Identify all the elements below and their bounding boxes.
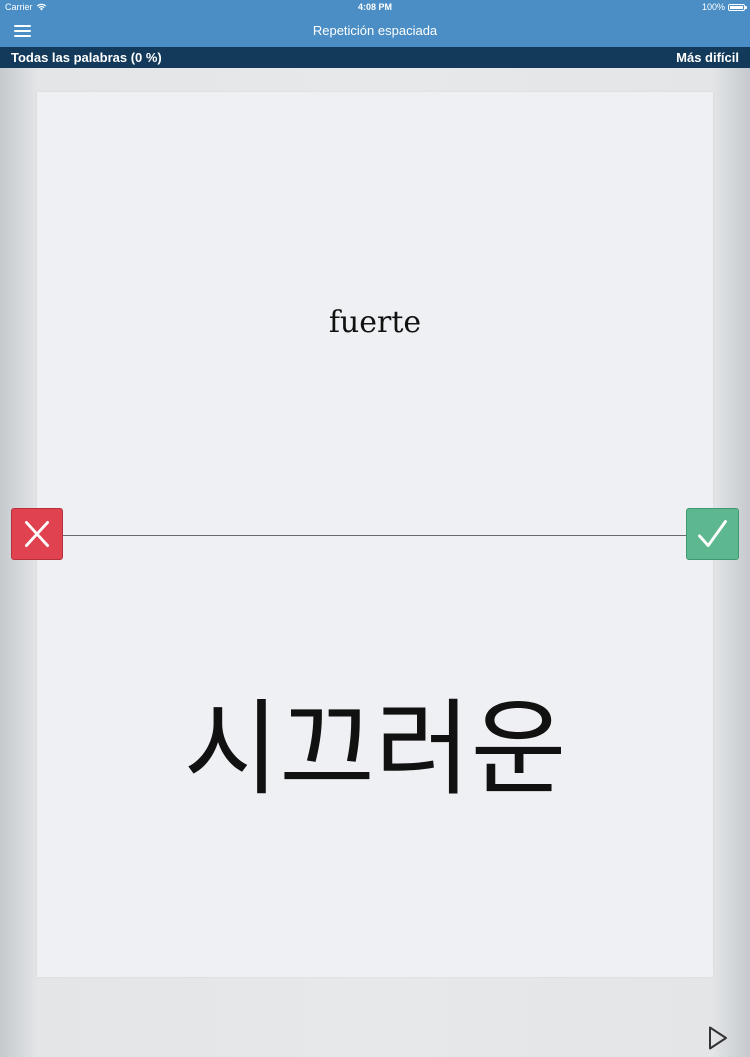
difficulty-label[interactable]: Más difícil [676, 50, 739, 65]
navigation-bar: Repetición espaciada [0, 14, 750, 47]
flashcard-front-word: fuerte [328, 305, 422, 340]
battery-indicator: 100% [701, 2, 747, 12]
page-title: Repetición espaciada [312, 23, 438, 38]
x-icon [24, 521, 50, 547]
flashcard-back-word: 시끄러운 [183, 688, 567, 810]
checkmark-icon [698, 520, 727, 547]
correct-answer-button[interactable] [686, 508, 739, 560]
play-icon [709, 1026, 727, 1050]
battery-percent: 100% [701, 2, 725, 12]
wrong-answer-button[interactable] [11, 508, 63, 560]
play-audio-button[interactable] [706, 1024, 730, 1052]
word-set-label[interactable]: Todas las palabras (0 %) [11, 50, 162, 65]
clock: 4:08 PM [357, 2, 392, 12]
status-bar: Carrier 4:08 PM 100% [0, 0, 750, 14]
battery-icon [728, 3, 747, 11]
deck-info-bar: Todas las palabras (0 %) Más difícil [0, 47, 750, 68]
card-divider [63, 535, 687, 536]
